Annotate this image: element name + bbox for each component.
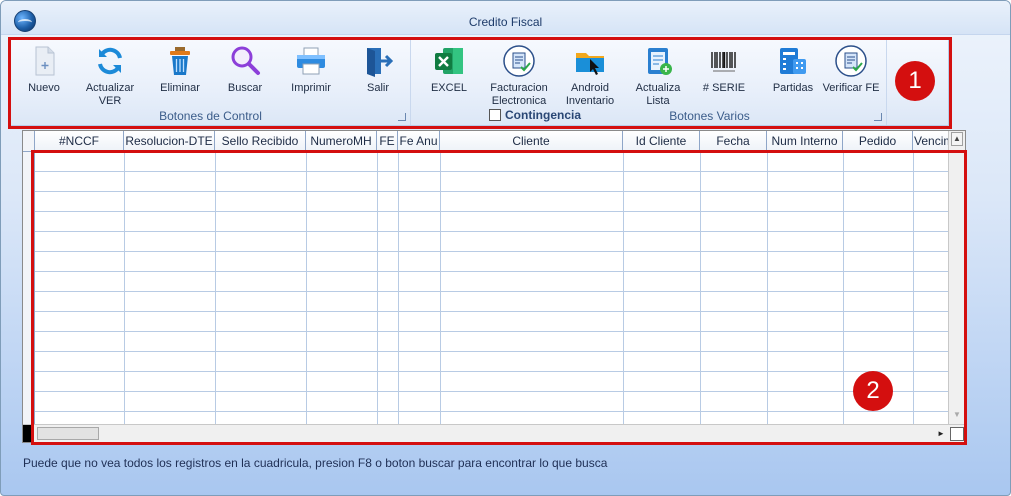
excel-icon	[432, 44, 466, 78]
window-title: Credito Fiscal	[468, 15, 543, 29]
imprimir-label: Imprimir	[291, 82, 331, 94]
group-botones-varios: EXCEL Facturacion Electronica Android In…	[413, 40, 887, 125]
verify-invoice-icon	[834, 44, 868, 78]
dialog-launcher-icon[interactable]	[874, 113, 882, 121]
eliminar-button[interactable]: Eliminar	[155, 44, 205, 95]
column-divider	[767, 152, 768, 424]
update-list-icon	[641, 44, 675, 78]
group-botones-de-control: Nuevo Actualizar VER Eliminar Buscar Imp…	[11, 40, 411, 125]
scroll-up-icon[interactable]: ▲	[951, 132, 963, 146]
ribbon-toolbar: Nuevo Actualizar VER Eliminar Buscar Imp…	[10, 39, 949, 126]
serie-button[interactable]: # SERIE	[695, 44, 753, 95]
column-divider	[377, 152, 378, 424]
column-divider	[306, 152, 307, 424]
column-divider	[215, 152, 216, 424]
col-header-id-cliente[interactable]: Id Cliente	[623, 131, 700, 151]
row-header-column[interactable]	[23, 152, 35, 424]
horizontal-scrollbar[interactable]: ►	[23, 424, 965, 442]
col-header-cliente[interactable]: Cliente	[440, 131, 623, 151]
status-message: Puede que no vea todos los registros en …	[23, 456, 608, 470]
eliminar-label: Eliminar	[160, 82, 200, 94]
column-divider	[843, 152, 844, 424]
scroll-down-icon[interactable]: ▼	[951, 409, 963, 423]
badge-2: 2	[853, 371, 893, 411]
facturacion-label: Facturacion	[490, 82, 548, 94]
excel-button[interactable]: EXCEL	[427, 44, 471, 95]
android-label: Android	[571, 82, 609, 94]
actualizar-ver-button[interactable]: Actualizar VER	[81, 44, 139, 108]
grid-corner[interactable]	[23, 131, 35, 151]
checkbox-box[interactable]	[489, 109, 501, 121]
excel-label: EXCEL	[430, 82, 468, 94]
group-label-control: Botones de Control	[159, 109, 262, 123]
buscar-label: Buscar	[227, 82, 263, 94]
dialog-launcher-icon[interactable]	[398, 113, 406, 121]
barcode-icon	[707, 44, 741, 78]
actualiza-label: Actualiza	[635, 82, 681, 94]
verificar-fe-label: Verificar FE	[822, 82, 880, 94]
col-header-num-interno[interactable]: Num Interno	[767, 131, 843, 151]
actualizar-label: Actualizar	[85, 82, 135, 94]
size-grip[interactable]	[950, 427, 964, 441]
col-header-pedido[interactable]: Pedido	[843, 131, 913, 151]
column-divider	[398, 152, 399, 424]
imprimir-button[interactable]: Imprimir	[287, 44, 335, 95]
column-divider	[623, 152, 624, 424]
salir-button[interactable]: Salir	[356, 44, 400, 95]
col-header-vencim[interactable]: Vencim	[913, 131, 949, 151]
title-bar: Credito Fiscal	[1, 1, 1010, 35]
column-divider	[124, 152, 125, 424]
buscar-button[interactable]: Buscar	[221, 44, 269, 95]
column-divider	[700, 152, 701, 424]
scroll-right-icon[interactable]: ►	[935, 427, 947, 440]
badge-1: 1	[895, 61, 935, 101]
col-header-sello-recibido[interactable]: Sello Recibido	[215, 131, 306, 151]
ver-label: VER	[98, 95, 122, 107]
verificar-fe-button[interactable]: Verificar FE	[821, 44, 881, 95]
grid-body[interactable]	[35, 152, 949, 424]
grid-header: #NCCF Resolucion-DTE Sello Recibido Nume…	[23, 131, 949, 152]
new-document-icon	[27, 44, 61, 78]
printer-icon	[294, 44, 328, 78]
calculator-list-icon	[776, 44, 810, 78]
column-divider	[913, 152, 914, 424]
magnifier-icon	[228, 44, 262, 78]
refresh-icon	[93, 44, 127, 78]
inventario-label: Inventario	[565, 95, 615, 107]
trash-icon	[163, 44, 197, 78]
android-inventario-button[interactable]: Android Inventario	[561, 44, 619, 108]
data-grid[interactable]: #NCCF Resolucion-DTE Sello Recibido Nume…	[22, 130, 966, 443]
col-header-nccf[interactable]: #NCCF	[35, 131, 124, 151]
partidas-button[interactable]: Partidas	[765, 44, 821, 95]
electronica-label: Electronica	[491, 95, 547, 107]
vertical-scrollbar[interactable]: ▲ ▼	[948, 131, 965, 424]
group-label-varios: Botones Varios	[669, 109, 750, 123]
col-header-numeromh[interactable]: NumeroMH	[306, 131, 377, 151]
electronic-invoice-icon	[502, 44, 536, 78]
folder-pointer-icon	[573, 44, 607, 78]
facturacion-electronica-button[interactable]: Facturacion Electronica	[483, 44, 555, 108]
serie-label: # SERIE	[702, 82, 746, 94]
partidas-label: Partidas	[772, 82, 814, 94]
exit-door-icon	[361, 44, 395, 78]
horizontal-scroll-thumb[interactable]	[37, 427, 99, 440]
col-header-fecha[interactable]: Fecha	[700, 131, 767, 151]
nuevo-label: Nuevo	[28, 82, 60, 94]
col-header-fe-anu[interactable]: Fe Anu	[398, 131, 440, 151]
credito-fiscal-window: Credito Fiscal Nuevo Actualizar VER Elim…	[0, 0, 1011, 496]
col-header-fe[interactable]: FE	[377, 131, 398, 151]
col-header-resolucion-dte[interactable]: Resolucion-DTE	[124, 131, 215, 151]
nuevo-button[interactable]: Nuevo	[23, 44, 65, 95]
row-selector-marker	[23, 425, 33, 442]
lista-label: Lista	[646, 95, 670, 107]
salir-label: Salir	[366, 82, 389, 94]
column-divider	[440, 152, 441, 424]
actualiza-lista-button[interactable]: Actualiza Lista	[629, 44, 687, 108]
